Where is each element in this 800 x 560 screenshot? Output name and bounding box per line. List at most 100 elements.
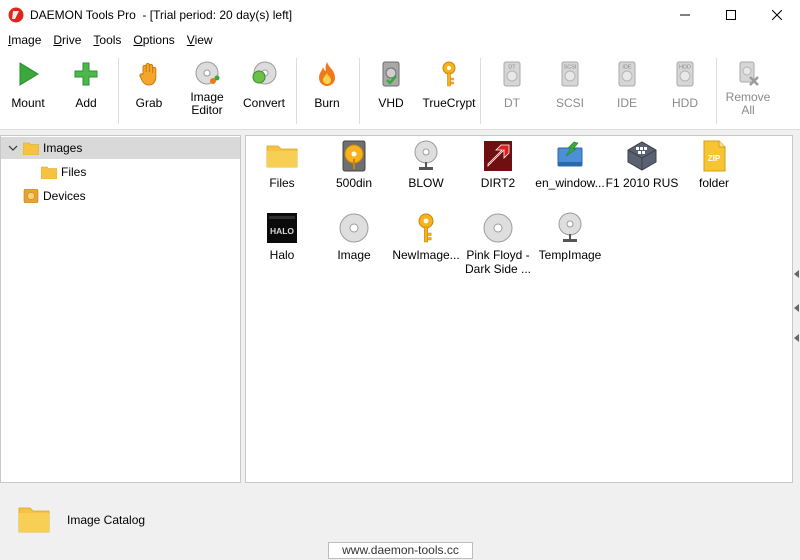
image-item[interactable]: HALO Halo [246, 212, 318, 282]
image-item-label: TempImage [538, 248, 602, 262]
hdd-button[interactable]: HDD HDD [655, 56, 715, 126]
remove-all-icon [739, 61, 759, 86]
add-label: Add [75, 96, 97, 110]
menu-drive[interactable]: Drive [47, 30, 87, 50]
game-cover-icon [484, 141, 512, 171]
halo-cover-text: HALO [270, 226, 294, 236]
folder-icon[interactable] [18, 505, 50, 533]
convert-icon [252, 61, 277, 85]
image-item[interactable]: en_window... [534, 140, 606, 210]
chevron-down-icon[interactable] [7, 142, 19, 154]
collapse-arrow-icon[interactable] [794, 304, 799, 312]
burn-button[interactable]: Burn [297, 56, 357, 126]
minimize-icon [680, 14, 690, 16]
image-list-panel: Files 500din BLOW DIRT2 en_window... F1 … [245, 135, 793, 483]
tree-item-files-label: Files [61, 165, 87, 179]
play-icon [19, 62, 39, 86]
image-item[interactable]: F1 2010 RUS [606, 140, 678, 210]
tree-panel: Images Files Devices [0, 135, 241, 483]
maximize-icon [726, 10, 736, 20]
disc-icon [339, 213, 369, 243]
image-item[interactable]: DIRT2 [462, 140, 534, 210]
hdd-badge-text: HDD [679, 65, 691, 71]
image-editor-icon [195, 61, 220, 85]
hdd-image-icon [342, 140, 366, 172]
ide-button[interactable]: IDE IDE [597, 56, 657, 126]
image-item[interactable]: 500din [318, 140, 390, 210]
menu-bar: Image Drive Tools Options View [0, 30, 800, 50]
dt-drive-icon: DT [503, 61, 521, 87]
menu-image-label: mage [11, 33, 42, 47]
disc-icon [483, 213, 513, 243]
add-button[interactable]: Add [56, 56, 116, 126]
convert-label: Convert [242, 96, 286, 110]
devices-icon [23, 189, 39, 203]
menu-image[interactable]: Image [2, 30, 47, 50]
tree-item-files[interactable]: Files [1, 161, 240, 183]
dt-button[interactable]: DT DT [482, 56, 542, 126]
close-button[interactable] [754, 0, 800, 30]
menu-drive-accel: D [53, 33, 63, 47]
scsi-badge-text: SCSI [564, 65, 577, 71]
toolbar-separator [480, 58, 481, 124]
image-item-label: BLOW [408, 176, 444, 190]
zip-icon: ZIP [703, 140, 726, 172]
hdd-drive-icon: HDD [676, 61, 694, 87]
disc-mount-icon [558, 212, 582, 242]
toolbar: Mount Add Grab Image Editor Convert Burn… [0, 50, 800, 130]
remove-all-label: Remove All [725, 90, 771, 117]
key-icon [442, 61, 456, 87]
image-item[interactable]: NewImage... [390, 212, 462, 282]
menu-tools-label: ools [99, 33, 122, 47]
menu-view-label: iew [194, 33, 213, 47]
collapse-arrow-icon[interactable] [794, 270, 799, 278]
close-icon [772, 10, 782, 20]
folder-icon [41, 166, 57, 179]
plus-icon [74, 62, 98, 86]
image-item[interactable]: Image [318, 212, 390, 282]
image-item[interactable]: ZIP folder [678, 140, 750, 210]
image-item-label: en_window... [535, 176, 605, 190]
menu-view[interactable]: View [181, 30, 219, 50]
ide-drive-icon: IDE [618, 61, 636, 87]
disc-mount-icon [414, 140, 438, 170]
image-item[interactable]: Files [246, 140, 318, 210]
image-item-label: Halo [269, 248, 295, 262]
image-editor-button[interactable]: Image Editor [177, 56, 237, 126]
window-title: DAEMON Tools Pro - [Trial period: 20 day… [30, 8, 293, 22]
truecrypt-button[interactable]: TrueCrypt [419, 56, 479, 126]
mount-button[interactable]: Mount [0, 56, 58, 126]
image-item-label: Image [337, 248, 371, 262]
flame-icon [319, 62, 335, 86]
catalog-bar: Image Catalog www.daemon-tools.cc [0, 485, 800, 560]
image-item[interactable]: Pink Floyd - Dark Side ... [462, 212, 534, 282]
image-item-label: Pink Floyd - Dark Side ... [464, 248, 532, 276]
scsi-button[interactable]: SCSI SCSI [540, 56, 600, 126]
image-item-label: F1 2010 RUS [605, 176, 679, 190]
image-item[interactable]: BLOW [390, 140, 462, 210]
tree-item-devices[interactable]: Devices [1, 185, 240, 207]
image-item[interactable]: TempImage [534, 212, 606, 282]
folder-icon [23, 142, 39, 155]
grab-button[interactable]: Grab [119, 56, 179, 126]
image-catalog-label[interactable]: Image Catalog [67, 513, 145, 527]
burn-label: Burn [314, 96, 340, 110]
image-item-label: folder [698, 176, 730, 190]
menu-options-accel: O [133, 33, 143, 47]
menu-drive-label: rive [62, 33, 82, 47]
dt-badge-text: DT [508, 65, 516, 71]
convert-button[interactable]: Convert [234, 56, 294, 126]
toolbar-separator [359, 58, 360, 124]
splitter-arrows[interactable] [793, 270, 800, 360]
truecrypt-label: TrueCrypt [422, 96, 476, 110]
maximize-button[interactable] [708, 0, 754, 30]
remove-all-button[interactable]: Remove All [718, 56, 778, 126]
tree-item-images[interactable]: Images [1, 137, 240, 159]
minimize-button[interactable] [662, 0, 708, 30]
image-item-label: Files [269, 176, 295, 190]
menu-options[interactable]: Options [127, 30, 180, 50]
collapse-arrow-icon[interactable] [794, 334, 799, 342]
ide-badge-text: IDE [622, 65, 632, 71]
vhd-button[interactable]: VHD [361, 56, 421, 126]
menu-tools[interactable]: Tools [87, 30, 127, 50]
